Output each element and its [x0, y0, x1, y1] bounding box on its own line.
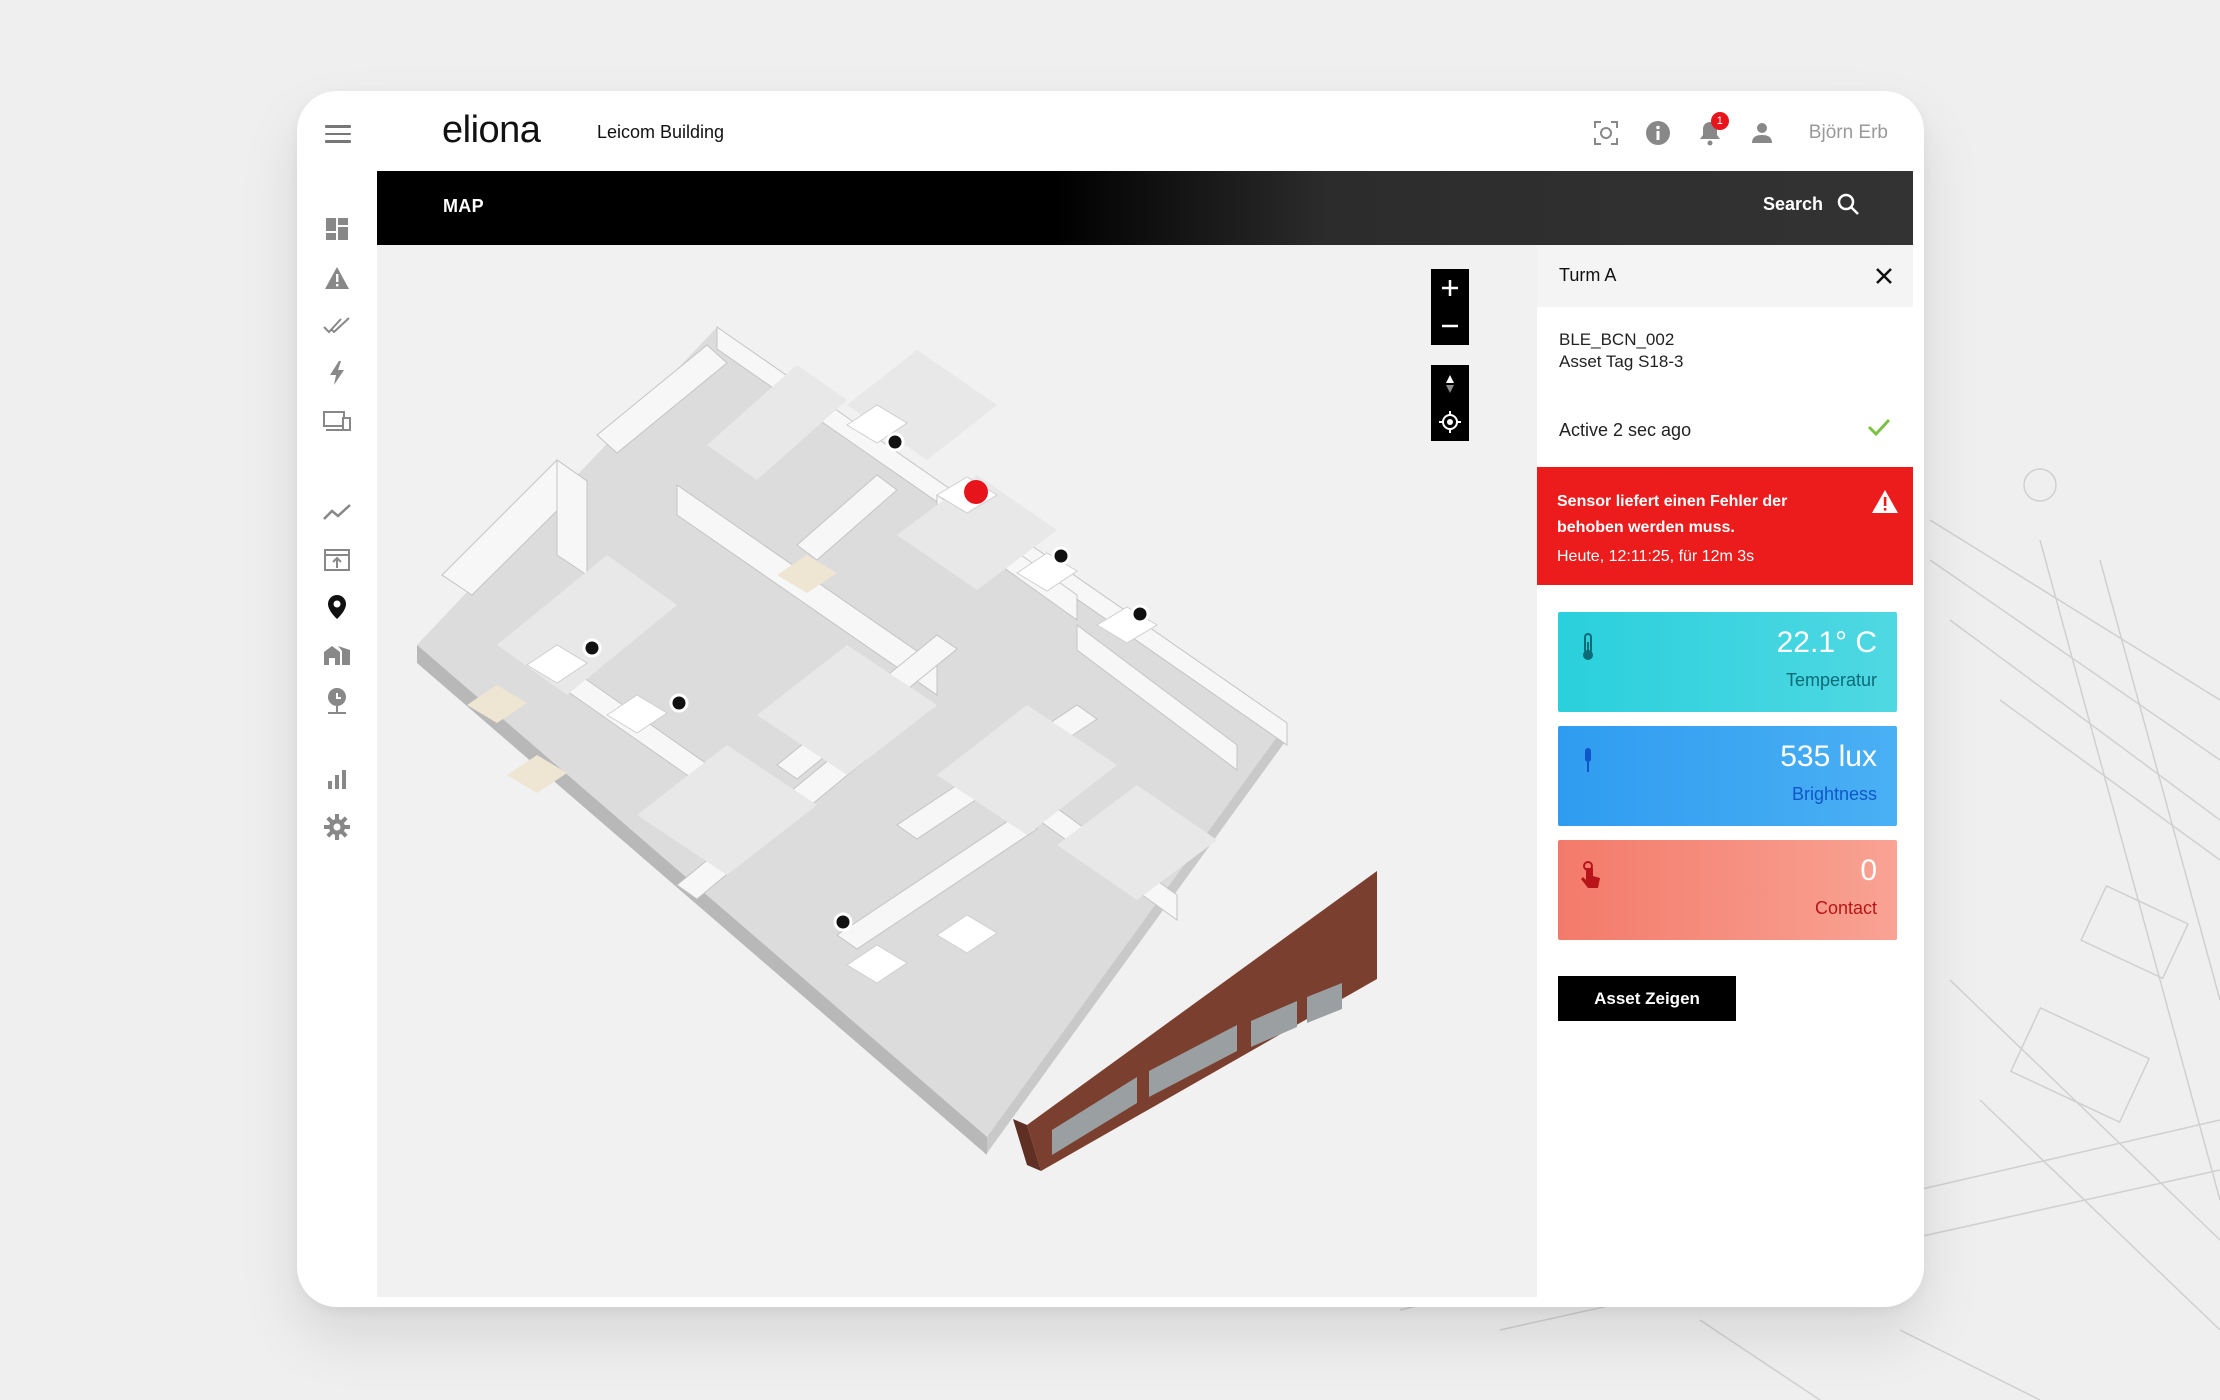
- brightness-tile[interactable]: 535 lux Brightness: [1558, 726, 1897, 826]
- header-actions: 1 Björn Erb: [1591, 112, 1888, 153]
- map-orientation-controls: [1431, 365, 1469, 441]
- map-toolbar: MAP Search: [377, 171, 1913, 245]
- sensor-marker: [1051, 546, 1071, 566]
- upload-icon[interactable]: [323, 546, 351, 574]
- buildings-icon[interactable]: [323, 640, 351, 668]
- sensor-marker-selected: [964, 480, 988, 504]
- close-icon[interactable]: [1869, 261, 1899, 291]
- bar-chart-icon[interactable]: [323, 765, 351, 793]
- contact-tile[interactable]: 0 Contact: [1558, 840, 1897, 940]
- top-bar: eliona Leicom Building 1 Björn Erb: [297, 91, 1924, 171]
- status-text: Active 2 sec ago: [1559, 420, 1692, 440]
- search-button[interactable]: Search: [1763, 193, 1859, 215]
- asset-detail-panel: Turm A BLE_BCN_002 Asset Tag S18-3 Activ…: [1537, 245, 1913, 1297]
- zoom-in-button[interactable]: [1431, 269, 1469, 307]
- gear-icon[interactable]: [323, 813, 351, 841]
- page-title: MAP: [443, 196, 484, 216]
- locate-icon[interactable]: [1431, 403, 1469, 441]
- alert-triangle-icon[interactable]: [323, 264, 351, 292]
- user-icon[interactable]: [1747, 118, 1777, 148]
- building-name: Leicom Building: [597, 122, 725, 142]
- light-sensor-icon: [1580, 746, 1596, 781]
- temperature-value: 22.1° C: [1776, 626, 1877, 659]
- sidebar: [297, 171, 377, 1307]
- panel-header: Turm A: [1537, 245, 1913, 307]
- brightness-label: Brightness: [1791, 784, 1877, 804]
- lightning-icon[interactable]: [323, 359, 351, 387]
- sensor-marker: [885, 432, 905, 452]
- info-icon[interactable]: [1643, 118, 1673, 148]
- zoom-controls: [1431, 269, 1469, 345]
- temperature-tile[interactable]: 22.1° C Temperatur: [1558, 612, 1897, 712]
- thermometer-icon: [1580, 632, 1596, 667]
- contact-label: Contact: [1814, 898, 1877, 918]
- show-asset-button[interactable]: Asset Zeigen: [1558, 976, 1736, 1021]
- dashboard-icon[interactable]: [323, 215, 351, 243]
- scan-icon[interactable]: [1591, 118, 1621, 148]
- touch-icon: [1580, 860, 1602, 895]
- devices-icon[interactable]: [323, 407, 351, 435]
- asset-id: BLE_BCN_002: [1559, 330, 1675, 349]
- check-icon: [1867, 417, 1891, 442]
- temperature-label: Temperatur: [1785, 670, 1877, 690]
- app-logo: eliona: [442, 109, 541, 151]
- asset-tag: Asset Tag S18-3: [1559, 352, 1684, 371]
- notification-badge: 1: [1710, 112, 1729, 130]
- floor-plan-3d: [417, 326, 1377, 1171]
- contact-value: 0: [1860, 854, 1877, 887]
- bell-icon[interactable]: 1: [1695, 112, 1729, 148]
- username[interactable]: Björn Erb: [1809, 122, 1888, 144]
- trend-line-icon[interactable]: [323, 498, 351, 526]
- sensor-marker: [833, 912, 853, 932]
- location-stand-icon[interactable]: [323, 687, 351, 715]
- sensor-marker: [1130, 604, 1150, 624]
- zoom-out-button[interactable]: [1431, 307, 1469, 345]
- map-pin-icon[interactable]: [323, 593, 351, 621]
- alert-time: Heute, 12:11:25, für 12m 3s: [1557, 548, 1755, 565]
- sensor-marker: [669, 693, 689, 713]
- asset-info: BLE_BCN_002 Asset Tag S18-3: [1559, 329, 1683, 373]
- panel-title: Turm A: [1559, 265, 1617, 285]
- warning-icon: [1871, 489, 1899, 519]
- alert-message: Sensor liefert einen Fehler der behoben …: [1557, 493, 1788, 536]
- alert-banner[interactable]: Sensor liefert einen Fehler der behoben …: [1537, 467, 1913, 585]
- search-icon: [1837, 193, 1859, 215]
- app-window: eliona Leicom Building 1 Björn Erb MAP S…: [297, 91, 1924, 1307]
- compass-icon[interactable]: [1431, 365, 1469, 403]
- brightness-value: 535 lux: [1780, 740, 1877, 773]
- sensor-marker: [582, 638, 602, 658]
- search-label: Search: [1762, 193, 1823, 214]
- double-check-icon[interactable]: [323, 312, 351, 340]
- map-view[interactable]: [377, 245, 1537, 1297]
- menu-icon[interactable]: [325, 125, 351, 143]
